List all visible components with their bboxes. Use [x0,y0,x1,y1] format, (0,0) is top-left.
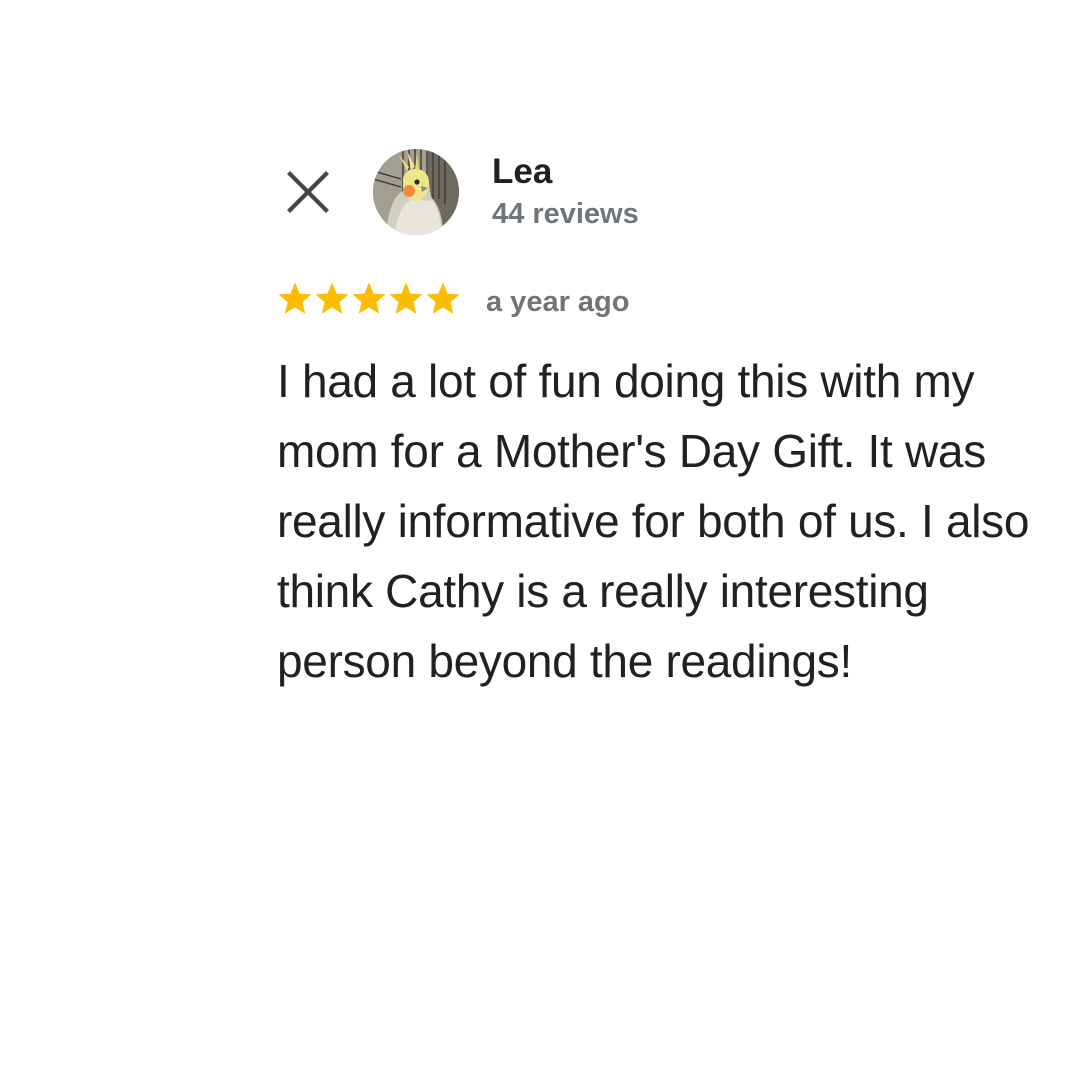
star-icon [352,282,386,314]
star-icon [426,282,460,314]
close-button[interactable] [282,166,334,218]
star-icon [278,282,312,314]
reviewer-name[interactable]: Lea [492,150,552,194]
review-count: 44 reviews [492,198,639,230]
star-rating [277,281,461,317]
star-icon [389,282,423,314]
close-icon [287,171,329,213]
review-text: I had a lot of fun doing this with my mo… [277,355,1030,687]
avatar[interactable] [373,149,459,235]
cockatiel-avatar-image [373,149,459,235]
star-icon [315,282,349,314]
review-time: a year ago [486,286,630,318]
